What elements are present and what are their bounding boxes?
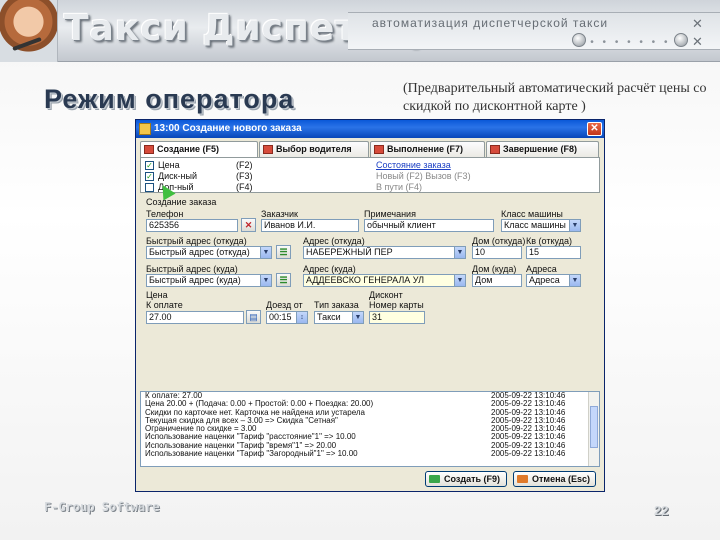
discount-group-label: Дисконт [369, 290, 403, 300]
log-row: Использование наценки "Тариф "Загородный… [145, 449, 566, 459]
quick-from-select[interactable]: Быстрый адрес (откуда) ▼ [146, 246, 272, 259]
clear-phone-button[interactable]: ✕ [241, 218, 256, 232]
mode-title: Режим оператора [44, 84, 295, 114]
globe-icon [674, 33, 688, 47]
order-type-label: Тип заказа [314, 300, 359, 310]
tab-bar: Создание (F5) Выбор водителя (F6) Выполн… [140, 141, 600, 169]
quick-to-label: Быстрый адрес (куда) [146, 264, 238, 274]
chevron-down-icon[interactable]: ▼ [454, 247, 465, 258]
phone-label: Телефон [146, 209, 184, 219]
customer-field[interactable]: Иванов И.И. [261, 219, 359, 232]
address-book-button[interactable]: ☰ [276, 245, 291, 259]
window-titlebar[interactable]: 13:00 Создание нового заказа ✕ [136, 120, 604, 138]
price-group-label: Цена [146, 290, 168, 300]
log-scrollbar[interactable] [588, 392, 599, 466]
globe-icon [572, 33, 586, 47]
close-icon: ✕ [692, 16, 703, 31]
slide-note: (Предварительный автоматический расчёт ц… [403, 81, 707, 114]
arrive-label: Доезд от [266, 300, 303, 310]
driver-icon [263, 145, 273, 154]
book-icon: ☰ [279, 275, 288, 285]
scroll-thumb[interactable] [590, 406, 598, 448]
close-icon: ✕ [692, 34, 703, 49]
note-label: Примечания [364, 209, 416, 219]
price-sub-label: К оплате [146, 300, 183, 310]
arrive-spinner[interactable]: 00:15 ↕ [266, 311, 308, 324]
tagline-bar: автоматизация диспетчерской такси • • • … [348, 12, 720, 50]
chevron-down-icon[interactable]: ▼ [260, 275, 271, 286]
card-number-field[interactable]: 31 [369, 311, 425, 324]
complete-icon [490, 145, 500, 154]
chevron-down-icon[interactable]: ▼ [569, 220, 580, 231]
execution-icon [374, 145, 384, 154]
calculator-button[interactable]: ▤ [246, 310, 261, 324]
create-button[interactable]: Создать (F9) [425, 471, 507, 487]
quick-to-select[interactable]: Быстрый адрес (куда) ▼ [146, 274, 272, 287]
delete-icon: ✕ [244, 220, 253, 230]
to-label: Адрес (куда) [303, 264, 356, 274]
note-field[interactable]: обычный клиент [364, 219, 494, 232]
tab-complete[interactable]: Завершение (F8) [486, 141, 599, 157]
status-new: Новый (F2) Вызов (F3) [376, 171, 471, 181]
discount-checkbox[interactable]: ✓ [145, 172, 154, 181]
tab-execution[interactable]: Выполнение (F7) [370, 141, 485, 157]
group-label: Создание заказа [146, 197, 217, 207]
price-log: К оплате: 27.00 2005-09-22 13:10:46 Цена … [140, 391, 600, 467]
price-field[interactable]: 27.00 [146, 311, 244, 324]
car-class-select[interactable]: Класс машины ▼ [501, 219, 581, 232]
operator-photo [0, 0, 58, 62]
house-label: Дом (откуда) [472, 236, 526, 246]
addresses-label: Адреса [526, 264, 557, 274]
footer-brand: F-Group Software [44, 500, 160, 514]
price-checkbox[interactable]: ✓ [145, 161, 154, 170]
apt-label: Кв (откуда) [526, 236, 572, 246]
chevron-down-icon[interactable]: ▼ [352, 312, 363, 323]
options-panel: ✓ Цена (F2) ✓ Диск-ный (F3) Доп-ный (F4) Со… [140, 157, 600, 201]
tab-driver[interactable]: Выбор водителя (F6) [259, 141, 369, 169]
window-title: 13:00 Создание нового заказа [154, 123, 302, 134]
order-window: 13:00 Создание нового заказа ✕ Создание … [135, 119, 605, 492]
order-type-select[interactable]: Такси ▼ [314, 311, 364, 324]
book-icon: ☰ [279, 247, 288, 257]
spin-icon[interactable]: ↕ [296, 312, 307, 323]
calculator-icon: ▤ [249, 312, 258, 322]
cancel-button[interactable]: Отмена (Esc) [513, 471, 596, 487]
addresses-select[interactable]: Адреса ▼ [526, 274, 581, 287]
order-status-link[interactable]: Состояние заказа [376, 160, 451, 171]
tagline-dots: • • • • • • • • • [578, 37, 683, 48]
tagline: автоматизация диспетчерской такси [372, 16, 609, 30]
slide-header: Такси Диспетчер автоматизация диспетчерс… [0, 0, 720, 62]
headset-icon [12, 36, 42, 52]
status-onway: В пути (F4) [376, 182, 423, 192]
chevron-down-icon[interactable]: ▼ [569, 275, 580, 286]
phone-field[interactable]: 625356 [146, 219, 238, 232]
house-field[interactable]: 10 [472, 246, 522, 259]
card-label: Номер карты [369, 300, 424, 310]
house-to-label: Дом (куда) [472, 264, 517, 274]
customer-label: Заказчик [261, 209, 298, 219]
quick-from-label: Быстрый адрес (откуда) [146, 236, 247, 246]
house-to-field[interactable]: Дом [472, 274, 522, 287]
from-label: Адрес (откуда) [303, 236, 365, 246]
create-icon [144, 145, 154, 154]
car-class-label: Класс машины [501, 209, 563, 219]
apt-field[interactable]: 15 [526, 246, 581, 259]
close-button[interactable]: ✕ [587, 122, 602, 136]
chevron-down-icon[interactable]: ▼ [260, 247, 271, 258]
extra-checkbox[interactable] [145, 183, 154, 192]
tab-create[interactable]: Создание (F5) [140, 141, 258, 158]
address-book-button[interactable]: ☰ [276, 273, 291, 287]
page-number: 22 [654, 503, 669, 518]
chevron-down-icon[interactable]: ▼ [454, 275, 465, 286]
from-select[interactable]: НАБЕРЕЖНЫЙ ПЕР ▼ [303, 246, 466, 259]
create-icon [429, 475, 440, 483]
to-select[interactable]: АДДЕЕВСКО ГЕНЕРАЛА УЛ ▼ [303, 274, 466, 287]
cancel-icon [517, 475, 528, 483]
app-icon [139, 123, 151, 135]
